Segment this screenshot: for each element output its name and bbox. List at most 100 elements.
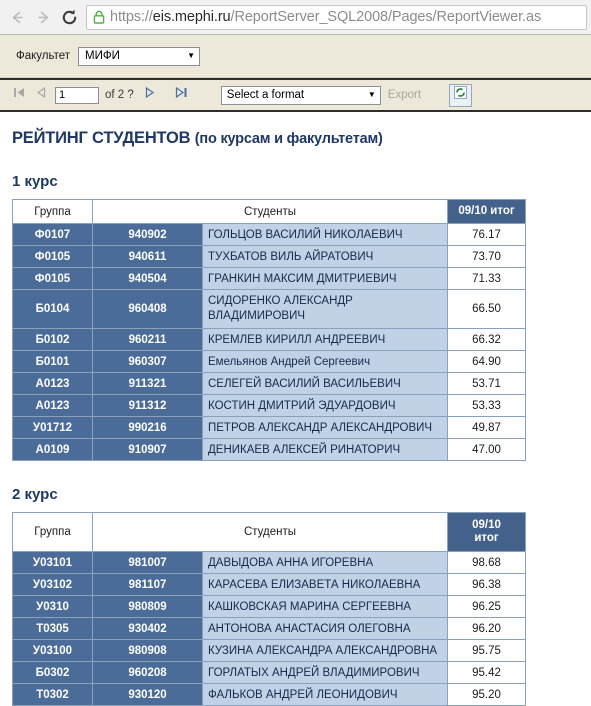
cell-group: У0310 <box>12 595 93 618</box>
cell-group: Ф0107 <box>12 223 93 246</box>
table-row: А0123 911312 КОСТИН ДМИТРИЙ ЭДУАРДОВИЧ 5… <box>12 394 526 417</box>
cell-code: 990216 <box>92 416 203 439</box>
cell-code: 981107 <box>92 573 203 596</box>
browser-chrome: https://eis.mephi.ru/ReportServer_SQL200… <box>0 0 591 35</box>
cell-total: 95.75 <box>447 639 526 662</box>
column-header-total: 09/10 итог <box>447 512 526 552</box>
section-heading-1: 1 курс <box>12 173 58 190</box>
reload-button[interactable] <box>56 4 82 30</box>
cell-student-name: Емельянов Андрей Сергеевич <box>202 350 448 373</box>
column-header-group: Группа <box>12 512 93 552</box>
faculty-select-value: МИФИ <box>85 50 120 62</box>
cell-student-name: КАРАСЕВА ЕЛИЗАВЕТА НИКОЛАЕВНА <box>202 573 448 596</box>
faculty-select[interactable]: МИФИ ▼ <box>78 46 201 66</box>
forward-button[interactable] <box>30 4 56 30</box>
cell-student-name: КРЕМЛЕВ КИРИЛЛ АНДРЕЕВИЧ <box>202 328 448 351</box>
cell-group: А0109 <box>12 438 93 461</box>
cell-group: Б0302 <box>12 661 93 684</box>
lock-icon <box>93 10 105 24</box>
cell-student-name: КУЗИНА АЛЕКСАНДРА АЛЕКСАНДРОВНА <box>202 639 448 662</box>
cell-code: 960408 <box>92 289 203 329</box>
cell-code: 911312 <box>92 394 203 417</box>
table-row: У03101 981007 ДАВЫДОВА АННА ИГОРЕВНА 98.… <box>12 551 526 574</box>
cell-total: 98.68 <box>447 551 526 574</box>
column-header-students: Студенты <box>92 512 448 552</box>
cell-total: 95.42 <box>447 661 526 684</box>
cell-total: 64.90 <box>447 350 526 373</box>
chevron-down-icon: ▼ <box>367 90 376 99</box>
section-heading-2: 2 курс <box>12 486 58 503</box>
cell-total: 95.20 <box>447 683 526 706</box>
export-format-value: Select a format <box>226 89 305 101</box>
cell-total: 47.00 <box>447 438 526 461</box>
cell-student-name: ГОРЛАТЫХ АНДРЕЙ ВЛАДИМИРОВИЧ <box>202 661 448 684</box>
url-bar[interactable]: https://eis.mephi.ru/ReportServer_SQL200… <box>86 4 587 30</box>
cell-code: 910907 <box>92 438 203 461</box>
cell-group: У01712 <box>12 416 93 439</box>
cell-student-name: КОСТИН ДМИТРИЙ ЭДУАРДОВИЧ <box>202 394 448 417</box>
first-page-button[interactable] <box>8 84 30 106</box>
rating-table-course-1: Группа Студенты 09/10 итог Ф0107 940902 … <box>12 199 526 461</box>
cell-code: 960208 <box>92 661 203 684</box>
column-header-group: Группа <box>12 199 93 224</box>
report-body: РЕЙТИНГ СТУДЕНТОВ (по курсам и факультет… <box>0 129 591 706</box>
page-number-input[interactable]: 1 <box>55 86 99 104</box>
cell-code: 960211 <box>92 328 203 351</box>
table-row: У03102 981107 КАРАСЕВА ЕЛИЗАВЕТА НИКОЛАЕ… <box>12 573 526 596</box>
table-header-row: Группа Студенты 09/10 итог <box>12 512 526 552</box>
url-scheme: https:// <box>110 9 153 25</box>
page-number-value: 1 <box>59 89 66 101</box>
cell-total: 73.70 <box>447 245 526 268</box>
export-format-select[interactable]: Select a format ▼ <box>220 85 381 105</box>
cell-group: У03100 <box>12 639 93 662</box>
table-row: Ф0105 940611 ТУХБАТОВ ВИЛЬ АЙРАТОВИЧ 73.… <box>12 245 526 268</box>
back-button[interactable] <box>4 4 30 30</box>
pager: 1 of 2 ? <box>8 84 193 106</box>
last-page-icon <box>174 86 189 104</box>
reload-icon <box>60 8 79 27</box>
report-parameter-bar: Факультет МИФИ ▼ <box>0 35 591 78</box>
cell-code: 930402 <box>92 617 203 640</box>
prev-page-button[interactable] <box>30 84 52 106</box>
cell-total: 96.25 <box>447 595 526 618</box>
arrow-left-icon <box>9 9 26 26</box>
table-row: У01712 990216 ПЕТРОВ АЛЕКСАНДР АЛЕКСАНДР… <box>12 416 526 439</box>
cell-student-name: ДАВЫДОВА АННА ИГОРЕВНА <box>202 551 448 574</box>
cell-code: 940504 <box>92 267 203 290</box>
cell-student-name: ФАЛЬКОВ АНДРЕЙ ЛЕОНИДОВИЧ <box>202 683 448 706</box>
cell-student-name: ТУХБАТОВ ВИЛЬ АЙРАТОВИЧ <box>202 245 448 268</box>
cell-code: 960307 <box>92 350 203 373</box>
page-title: РЕЙТИНГ СТУДЕНТОВ (по курсам и факультет… <box>12 129 591 148</box>
cell-student-name: АНТОНОВА АНАСТАСИЯ ОЛЕГОВНА <box>202 617 448 640</box>
cell-group: У03102 <box>12 573 93 596</box>
chevron-down-icon: ▼ <box>187 51 196 60</box>
refresh-button[interactable] <box>449 83 473 107</box>
cell-code: 940611 <box>92 245 203 268</box>
table-row: Б0101 960307 Емельянов Андрей Сергеевич … <box>12 350 526 373</box>
cell-student-name: СИДОРЕНКО АЛЕКСАНДР ВЛАДИМИРОВИЧ <box>202 289 448 329</box>
cell-code: 980809 <box>92 595 203 618</box>
cell-total: 53.71 <box>447 372 526 395</box>
last-page-button[interactable] <box>171 84 193 106</box>
export-link[interactable]: Export <box>388 89 421 101</box>
table-row: Т0302 930120 ФАЛЬКОВ АНДРЕЙ ЛЕОНИДОВИЧ 9… <box>12 683 526 706</box>
url-host: eis.mephi.ru <box>152 9 231 25</box>
cell-group: А0123 <box>12 372 93 395</box>
cell-group: Ф0105 <box>12 267 93 290</box>
next-page-button[interactable] <box>139 84 161 106</box>
column-header-total-line2: итог <box>474 532 499 544</box>
cell-code: 980908 <box>92 639 203 662</box>
next-page-icon <box>143 86 156 104</box>
column-header-students: Студенты <box>92 199 448 224</box>
table-header-row: Группа Студенты 09/10 итог <box>12 199 526 224</box>
cell-group: У03101 <box>12 551 93 574</box>
table-row: Б0104 960408 СИДОРЕНКО АЛЕКСАНДР ВЛАДИМИ… <box>12 289 526 329</box>
arrow-right-icon <box>35 9 52 26</box>
cell-total: 66.50 <box>447 289 526 329</box>
table-row: Б0102 960211 КРЕМЛЕВ КИРИЛЛ АНДРЕЕВИЧ 66… <box>12 328 526 351</box>
cell-code: 940902 <box>92 223 203 246</box>
cell-group: Т0302 <box>12 683 93 706</box>
cell-student-name: СЕЛЕГЕЙ ВАСИЛИЙ ВАСИЛЬЕВИЧ <box>202 372 448 395</box>
cell-code: 930120 <box>92 683 203 706</box>
table-row: Ф0107 940902 ГОЛЬЦОВ ВАСИЛИЙ НИКОЛАЕВИЧ … <box>12 223 526 246</box>
